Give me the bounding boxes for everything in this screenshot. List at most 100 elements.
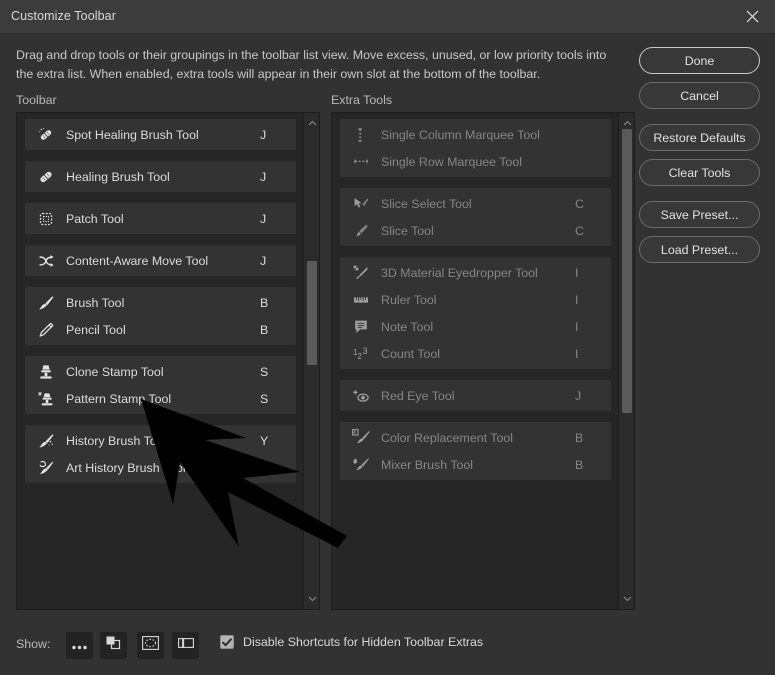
tool-shortcut-key: B — [260, 322, 269, 337]
toolbar-column-header: Toolbar — [16, 93, 57, 107]
show-label: Show: — [16, 637, 51, 651]
done-button[interactable]: Done — [639, 47, 760, 74]
chevron-down-icon[interactable] — [619, 591, 634, 607]
tool-row[interactable]: Color Replacement Tool B — [340, 424, 611, 451]
tool-shortcut-key: C — [575, 196, 584, 211]
save-preset-button[interactable]: Save Preset... — [639, 201, 760, 228]
tool-group[interactable]: Spot Healing Brush Tool J — [25, 119, 296, 150]
tool-shortcut-key: S — [260, 364, 269, 379]
tool-label: Slice Tool — [381, 223, 434, 238]
healing-brush-icon — [33, 167, 59, 187]
tool-label: Slice Select Tool — [381, 196, 472, 211]
tool-row[interactable]: Clone Stamp Tool S — [25, 358, 296, 385]
tool-row[interactable]: Pattern Stamp Tool S — [25, 385, 296, 412]
brush-icon — [33, 293, 59, 313]
tool-row[interactable]: Ruler Tool I — [340, 286, 611, 313]
clone-stamp-icon — [33, 362, 59, 382]
tool-group[interactable]: Color Replacement Tool B Mixer Brush Tool B — [340, 422, 611, 480]
tool-label: Spot Healing Brush Tool — [66, 127, 199, 142]
window-mode-icon — [177, 636, 194, 655]
quick-mask-button[interactable] — [100, 632, 127, 659]
tool-row[interactable]: Patch Tool J — [25, 205, 296, 232]
tool-label: Ruler Tool — [381, 292, 437, 307]
tool-shortcut-key: J — [260, 169, 267, 184]
tool-group[interactable]: Single Column Marquee Tool Single Row Mar… — [340, 119, 611, 177]
tool-label: Content-Aware Move Tool — [66, 253, 209, 268]
tool-shortcut-key: B — [260, 295, 269, 310]
tool-group[interactable]: Content-Aware Move Tool J — [25, 245, 296, 276]
screen-mode-icon — [142, 636, 159, 655]
tool-label: Pattern Stamp Tool — [66, 391, 172, 406]
tool-row[interactable]: 1 2 3 Count Tool I — [340, 340, 611, 367]
tool-row[interactable]: Mixer Brush Tool B — [340, 451, 611, 478]
cancel-button[interactable]: Cancel — [639, 82, 760, 109]
red-eye-icon — [348, 386, 374, 406]
tool-label: Clone Stamp Tool — [66, 364, 164, 379]
tool-group[interactable]: Brush Tool B Pencil Tool B — [25, 287, 296, 345]
close-icon[interactable] — [729, 0, 775, 32]
tool-shortcut-key: C — [575, 223, 584, 238]
tool-shortcut-key: B — [575, 457, 584, 472]
tool-label: Red Eye Tool — [381, 388, 455, 403]
tool-label: Pencil Tool — [66, 322, 126, 337]
toolbar-list: Spot Healing Brush Tool J Healing Brush To… — [17, 113, 304, 494]
note-icon — [348, 317, 374, 337]
tool-label: Mixer Brush Tool — [381, 457, 474, 472]
tool-group[interactable]: Healing Brush Tool J — [25, 161, 296, 192]
ellipsis-extras-icon — [72, 637, 87, 655]
screen-mode-button[interactable] — [137, 632, 164, 659]
tool-group[interactable]: History Brush Tool Y Art History Brush Too… — [25, 425, 296, 483]
tool-row[interactable]: Healing Brush Tool J — [25, 163, 296, 190]
chevron-up-icon[interactable] — [304, 115, 319, 131]
checkbox-box[interactable] — [220, 635, 234, 649]
tool-group[interactable]: Slice Select Tool C Slice Tool C — [340, 188, 611, 246]
tool-label: 3D Material Eyedropper Tool — [381, 265, 538, 280]
tool-row[interactable]: Slice Tool C — [340, 217, 611, 244]
extra-tools-list: Single Column Marquee Tool Single Row Mar… — [332, 113, 619, 491]
tool-row[interactable]: Note Tool I — [340, 313, 611, 340]
tool-row[interactable]: Content-Aware Move Tool J — [25, 247, 296, 274]
checkbox-label: Disable Shortcuts for Hidden Toolbar Ext… — [243, 635, 484, 649]
tool-row[interactable]: Single Row Marquee Tool — [340, 148, 611, 175]
pattern-stamp-icon — [33, 389, 59, 409]
slice-select-icon — [348, 194, 374, 214]
extra-tools-scrollbar-thumb[interactable] — [622, 129, 632, 413]
tool-group[interactable]: 3D Material Eyedropper Tool I Ruler Tool I N… — [340, 257, 611, 369]
tool-row[interactable]: Single Column Marquee Tool — [340, 121, 611, 148]
tool-group[interactable]: Red Eye Tool J — [340, 380, 611, 411]
patch-icon — [33, 209, 59, 229]
tool-row[interactable]: Red Eye Tool J — [340, 382, 611, 409]
extra-tools-list-panel[interactable]: Single Column Marquee Tool Single Row Mar… — [331, 112, 635, 610]
clear-tools-button[interactable]: Clear Tools — [639, 159, 760, 186]
tool-row[interactable]: Spot Healing Brush Tool J — [25, 121, 296, 148]
mixer-brush-icon — [348, 455, 374, 475]
tool-row[interactable]: Art History Brush Tool Y — [25, 454, 296, 481]
toolbar-scrollbar-thumb[interactable] — [307, 261, 317, 365]
tool-row[interactable]: History Brush Tool Y — [25, 427, 296, 454]
tool-row[interactable]: Slice Select Tool C — [340, 190, 611, 217]
restore-defaults-button[interactable]: Restore Defaults — [639, 124, 760, 151]
customize-toolbar-dialog: Customize Toolbar Drag and drop tools or… — [0, 0, 775, 675]
toolbar-list-panel[interactable]: Spot Healing Brush Tool J Healing Brush To… — [16, 112, 320, 610]
tool-row[interactable]: 3D Material Eyedropper Tool I — [340, 259, 611, 286]
tool-group[interactable]: Clone Stamp Tool S Pattern Stamp Tool S — [25, 356, 296, 414]
dialog-titlebar: Customize Toolbar — [0, 0, 775, 34]
tool-row[interactable]: Brush Tool B — [25, 289, 296, 316]
chevron-down-icon[interactable] — [304, 591, 319, 607]
extra-tools-scrollbar[interactable] — [618, 113, 634, 609]
tool-group[interactable]: Patch Tool J — [25, 203, 296, 234]
art-history-brush-icon — [33, 458, 59, 478]
window-mode-button[interactable] — [172, 632, 199, 659]
load-preset-button[interactable]: Load Preset... — [639, 236, 760, 263]
disable-shortcuts-checkbox[interactable]: Disable Shortcuts for Hidden Toolbar Ext… — [220, 635, 483, 649]
tool-row[interactable]: Pencil Tool B — [25, 316, 296, 343]
show-extras-button[interactable] — [66, 632, 93, 659]
ruler-icon — [348, 290, 374, 310]
content-aware-move-icon — [33, 251, 59, 271]
tool-shortcut-key: J — [260, 127, 267, 142]
toolbar-scrollbar[interactable] — [303, 113, 319, 609]
tool-label: Single Row Marquee Tool — [381, 154, 522, 169]
history-brush-icon — [33, 431, 59, 451]
tool-label: Art History Brush Tool — [66, 460, 186, 475]
color-replacement-icon — [348, 428, 374, 448]
